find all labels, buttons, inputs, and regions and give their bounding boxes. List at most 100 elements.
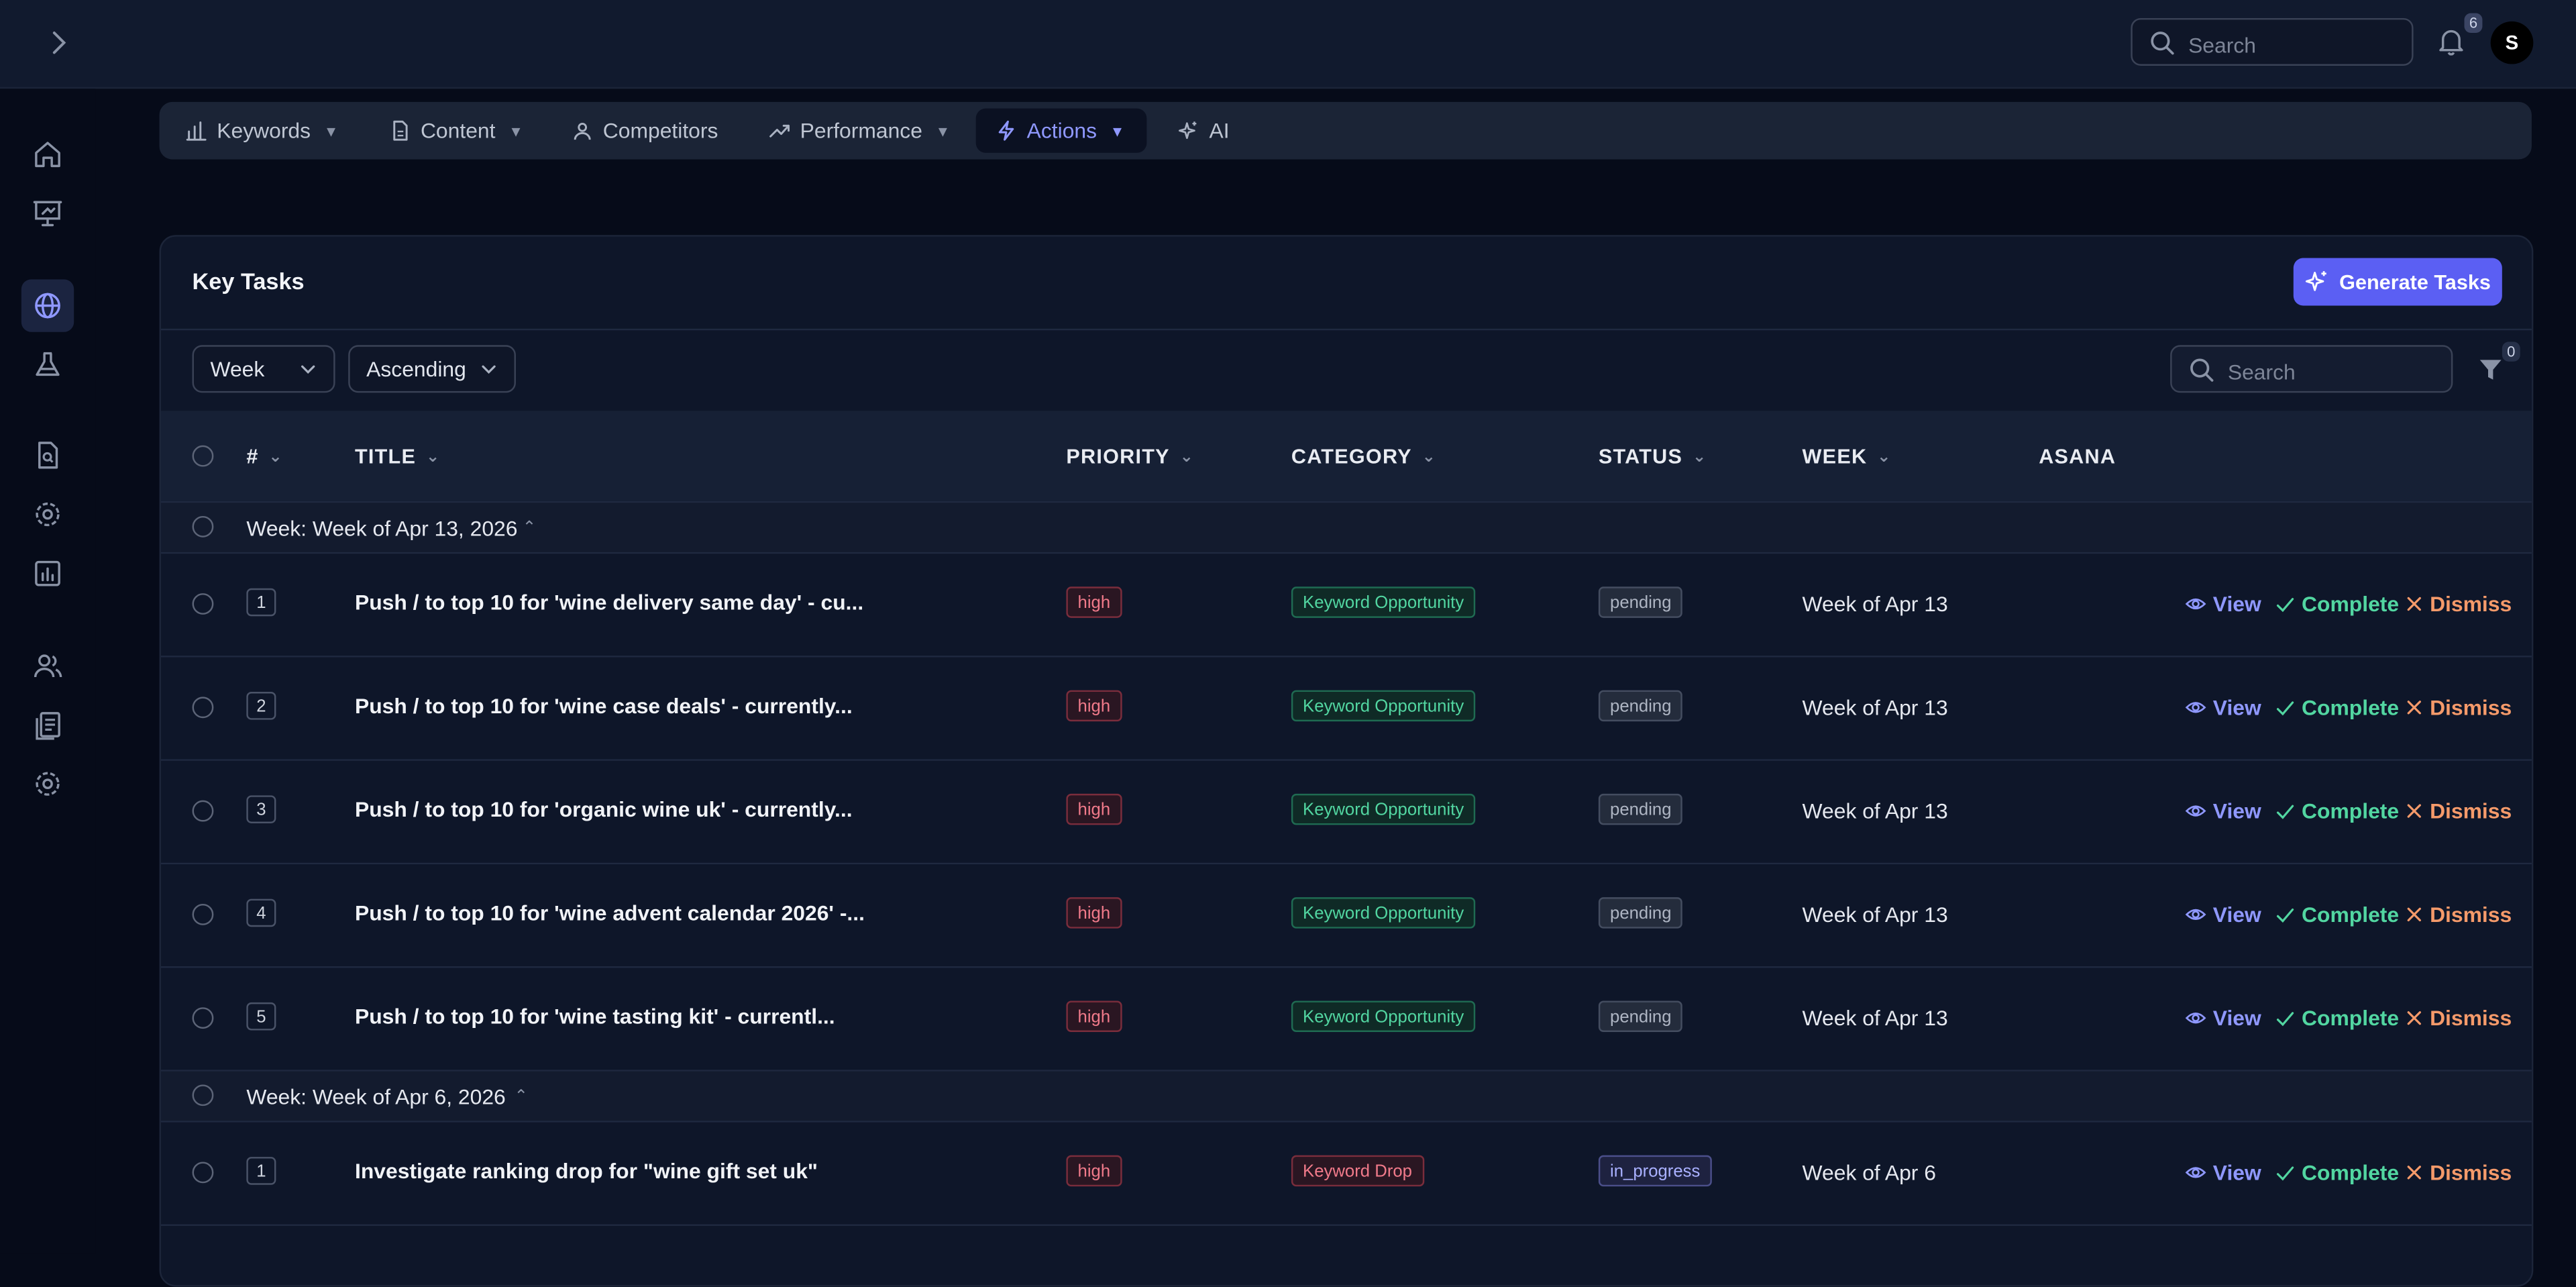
sidebar-item-team[interactable] (21, 639, 74, 692)
bell-icon (2439, 30, 2463, 56)
task-title[interactable]: Push / to top 10 for 'wine advent calend… (355, 900, 865, 925)
tab-performance[interactable]: Performance ▼ (749, 109, 970, 153)
group-checkbox[interactable] (192, 515, 214, 537)
user-avatar[interactable]: S (2490, 21, 2534, 64)
globe-icon (35, 293, 60, 319)
complete-button[interactable]: Complete (2275, 592, 2399, 616)
priority-badge: high (1066, 897, 1122, 929)
group-label: Week: Week of Apr 6, 2026 (246, 1084, 506, 1110)
dismiss-button[interactable]: Dismiss (2405, 1006, 2512, 1031)
dismiss-button[interactable]: Dismiss (2405, 799, 2512, 823)
task-search-input[interactable] (2224, 354, 2445, 388)
complete-button[interactable]: Complete (2275, 695, 2399, 720)
sidebar-item-home[interactable] (21, 128, 74, 181)
expand-sidebar-button[interactable] (43, 25, 76, 61)
complete-label: Complete (2302, 694, 2400, 720)
table-row[interactable]: 2 Push / to top 10 for 'wine case deals'… (161, 657, 2532, 760)
global-search-input[interactable] (2185, 28, 2406, 61)
row-checkbox[interactable] (192, 903, 214, 925)
task-title[interactable]: Push / to top 10 for 'organic wine uk' -… (355, 797, 853, 822)
tab-content[interactable]: Content ▼ (370, 109, 543, 153)
dismiss-label: Dismiss (2430, 1005, 2512, 1031)
sidebar-item-global[interactable] (21, 279, 74, 332)
column-header-title[interactable]: TITLE ⌄ (355, 446, 441, 468)
complete-button[interactable]: Complete (2275, 1006, 2399, 1031)
task-title[interactable]: Investigate ranking drop for "wine gift … (355, 1159, 818, 1184)
tab-actions[interactable]: Actions ▼ (975, 108, 1147, 153)
complete-button[interactable]: Complete (2275, 1160, 2399, 1185)
task-title[interactable]: Push / to top 10 for 'wine delivery same… (355, 590, 863, 615)
select-all-checkbox[interactable] (192, 445, 214, 467)
view-button[interactable]: View (2185, 1160, 2261, 1185)
sidebar-item-reports[interactable] (21, 699, 74, 751)
group-by-select[interactable]: Week (192, 345, 335, 393)
task-title[interactable]: Push / to top 10 for 'wine case deals' -… (355, 693, 853, 718)
sort-order-select[interactable]: Ascending (348, 345, 516, 393)
column-header-status[interactable]: STATUS ⌄ (1599, 446, 1707, 468)
sidebar-item-analytics[interactable] (21, 548, 74, 600)
group-checkbox[interactable] (192, 1084, 214, 1106)
chevron-up-icon[interactable]: ⌃ (523, 519, 537, 537)
complete-button[interactable]: Complete (2275, 903, 2399, 927)
table-row[interactable]: 5 Push / to top 10 for 'wine tasting kit… (161, 968, 2532, 1070)
tab-label: Competitors (602, 118, 718, 144)
close-icon (2407, 1011, 2421, 1025)
row-divider (161, 1224, 2532, 1226)
group-row[interactable]: Week: Week of Apr 6, 2026 ⌃ (161, 1071, 2532, 1121)
gear-icon (36, 772, 60, 796)
row-checkbox[interactable] (192, 1162, 214, 1184)
row-checkbox[interactable] (192, 697, 214, 719)
sidebar-item-presentation[interactable] (21, 187, 74, 240)
sidebar-item-search-docs[interactable] (21, 429, 74, 481)
dismiss-button[interactable]: Dismiss (2405, 592, 2512, 616)
dismiss-button[interactable]: Dismiss (2405, 1160, 2512, 1185)
view-button[interactable]: View (2185, 799, 2261, 823)
view-label: View (2212, 591, 2261, 617)
eye-icon (2185, 805, 2206, 817)
table-row[interactable]: 1 Push / to top 10 for 'wine delivery sa… (161, 554, 2532, 656)
view-button[interactable]: View (2185, 903, 2261, 927)
dismiss-label: Dismiss (2430, 902, 2512, 927)
table-row[interactable]: 4 Push / to top 10 for 'wine advent cale… (161, 864, 2532, 967)
chevron-down-icon: ▼ (1110, 122, 1125, 139)
chevron-up-icon[interactable]: ⌃ (515, 1088, 529, 1106)
view-label: View (2212, 1005, 2261, 1031)
view-button[interactable]: View (2185, 1006, 2261, 1031)
bar-chart-icon (186, 121, 207, 141)
dismiss-button[interactable]: Dismiss (2405, 903, 2512, 927)
tab-ai[interactable]: AI (1159, 109, 1249, 153)
table-row[interactable]: 1 Investigate ranking drop for "wine gif… (161, 1122, 2532, 1225)
clipboard-icon (36, 712, 60, 740)
table-row[interactable]: 3 Push / to top 10 for 'organic wine uk'… (161, 760, 2532, 863)
complete-button[interactable]: Complete (2275, 799, 2399, 823)
global-search[interactable] (2131, 17, 2414, 66)
column-header-number[interactable]: # ⌄ (246, 446, 283, 468)
row-checkbox[interactable] (192, 593, 214, 615)
check-icon (2276, 804, 2294, 819)
tab-competitors[interactable]: Competitors (552, 109, 738, 153)
task-search[interactable] (2170, 345, 2453, 393)
row-number: 1 (246, 1157, 276, 1185)
status-badge: pending (1598, 1000, 1683, 1032)
column-header-week[interactable]: WEEK ⌄ (1803, 446, 1892, 468)
category-badge: Keyword Drop (1291, 1155, 1424, 1187)
view-button[interactable]: View (2185, 591, 2261, 617)
notifications-button[interactable] (2434, 25, 2467, 66)
status-badge: pending (1598, 897, 1683, 929)
generate-tasks-button[interactable]: Generate Tasks (2293, 258, 2502, 306)
task-title[interactable]: Push / to top 10 for 'wine tasting kit' … (355, 1004, 835, 1029)
sidebar-item-lab[interactable] (21, 338, 74, 391)
group-row[interactable]: Week: Week of Apr 13, 2026 ⌃ (161, 503, 2532, 552)
tab-keywords[interactable]: Keywords ▼ (166, 109, 358, 153)
dismiss-label: Dismiss (2430, 694, 2512, 720)
row-checkbox[interactable] (192, 1007, 214, 1029)
dismiss-button[interactable]: Dismiss (2405, 695, 2512, 720)
column-header-category[interactable]: CATEGORY ⌄ (1291, 446, 1436, 468)
column-header-priority[interactable]: PRIORITY ⌄ (1066, 446, 1194, 468)
view-button[interactable]: View (2185, 695, 2261, 720)
sidebar-item-preferences[interactable] (21, 758, 74, 810)
close-icon (2407, 804, 2421, 818)
filter-icon[interactable] (2477, 356, 2504, 382)
sidebar-item-settings[interactable] (21, 488, 74, 540)
row-checkbox[interactable] (192, 800, 214, 822)
